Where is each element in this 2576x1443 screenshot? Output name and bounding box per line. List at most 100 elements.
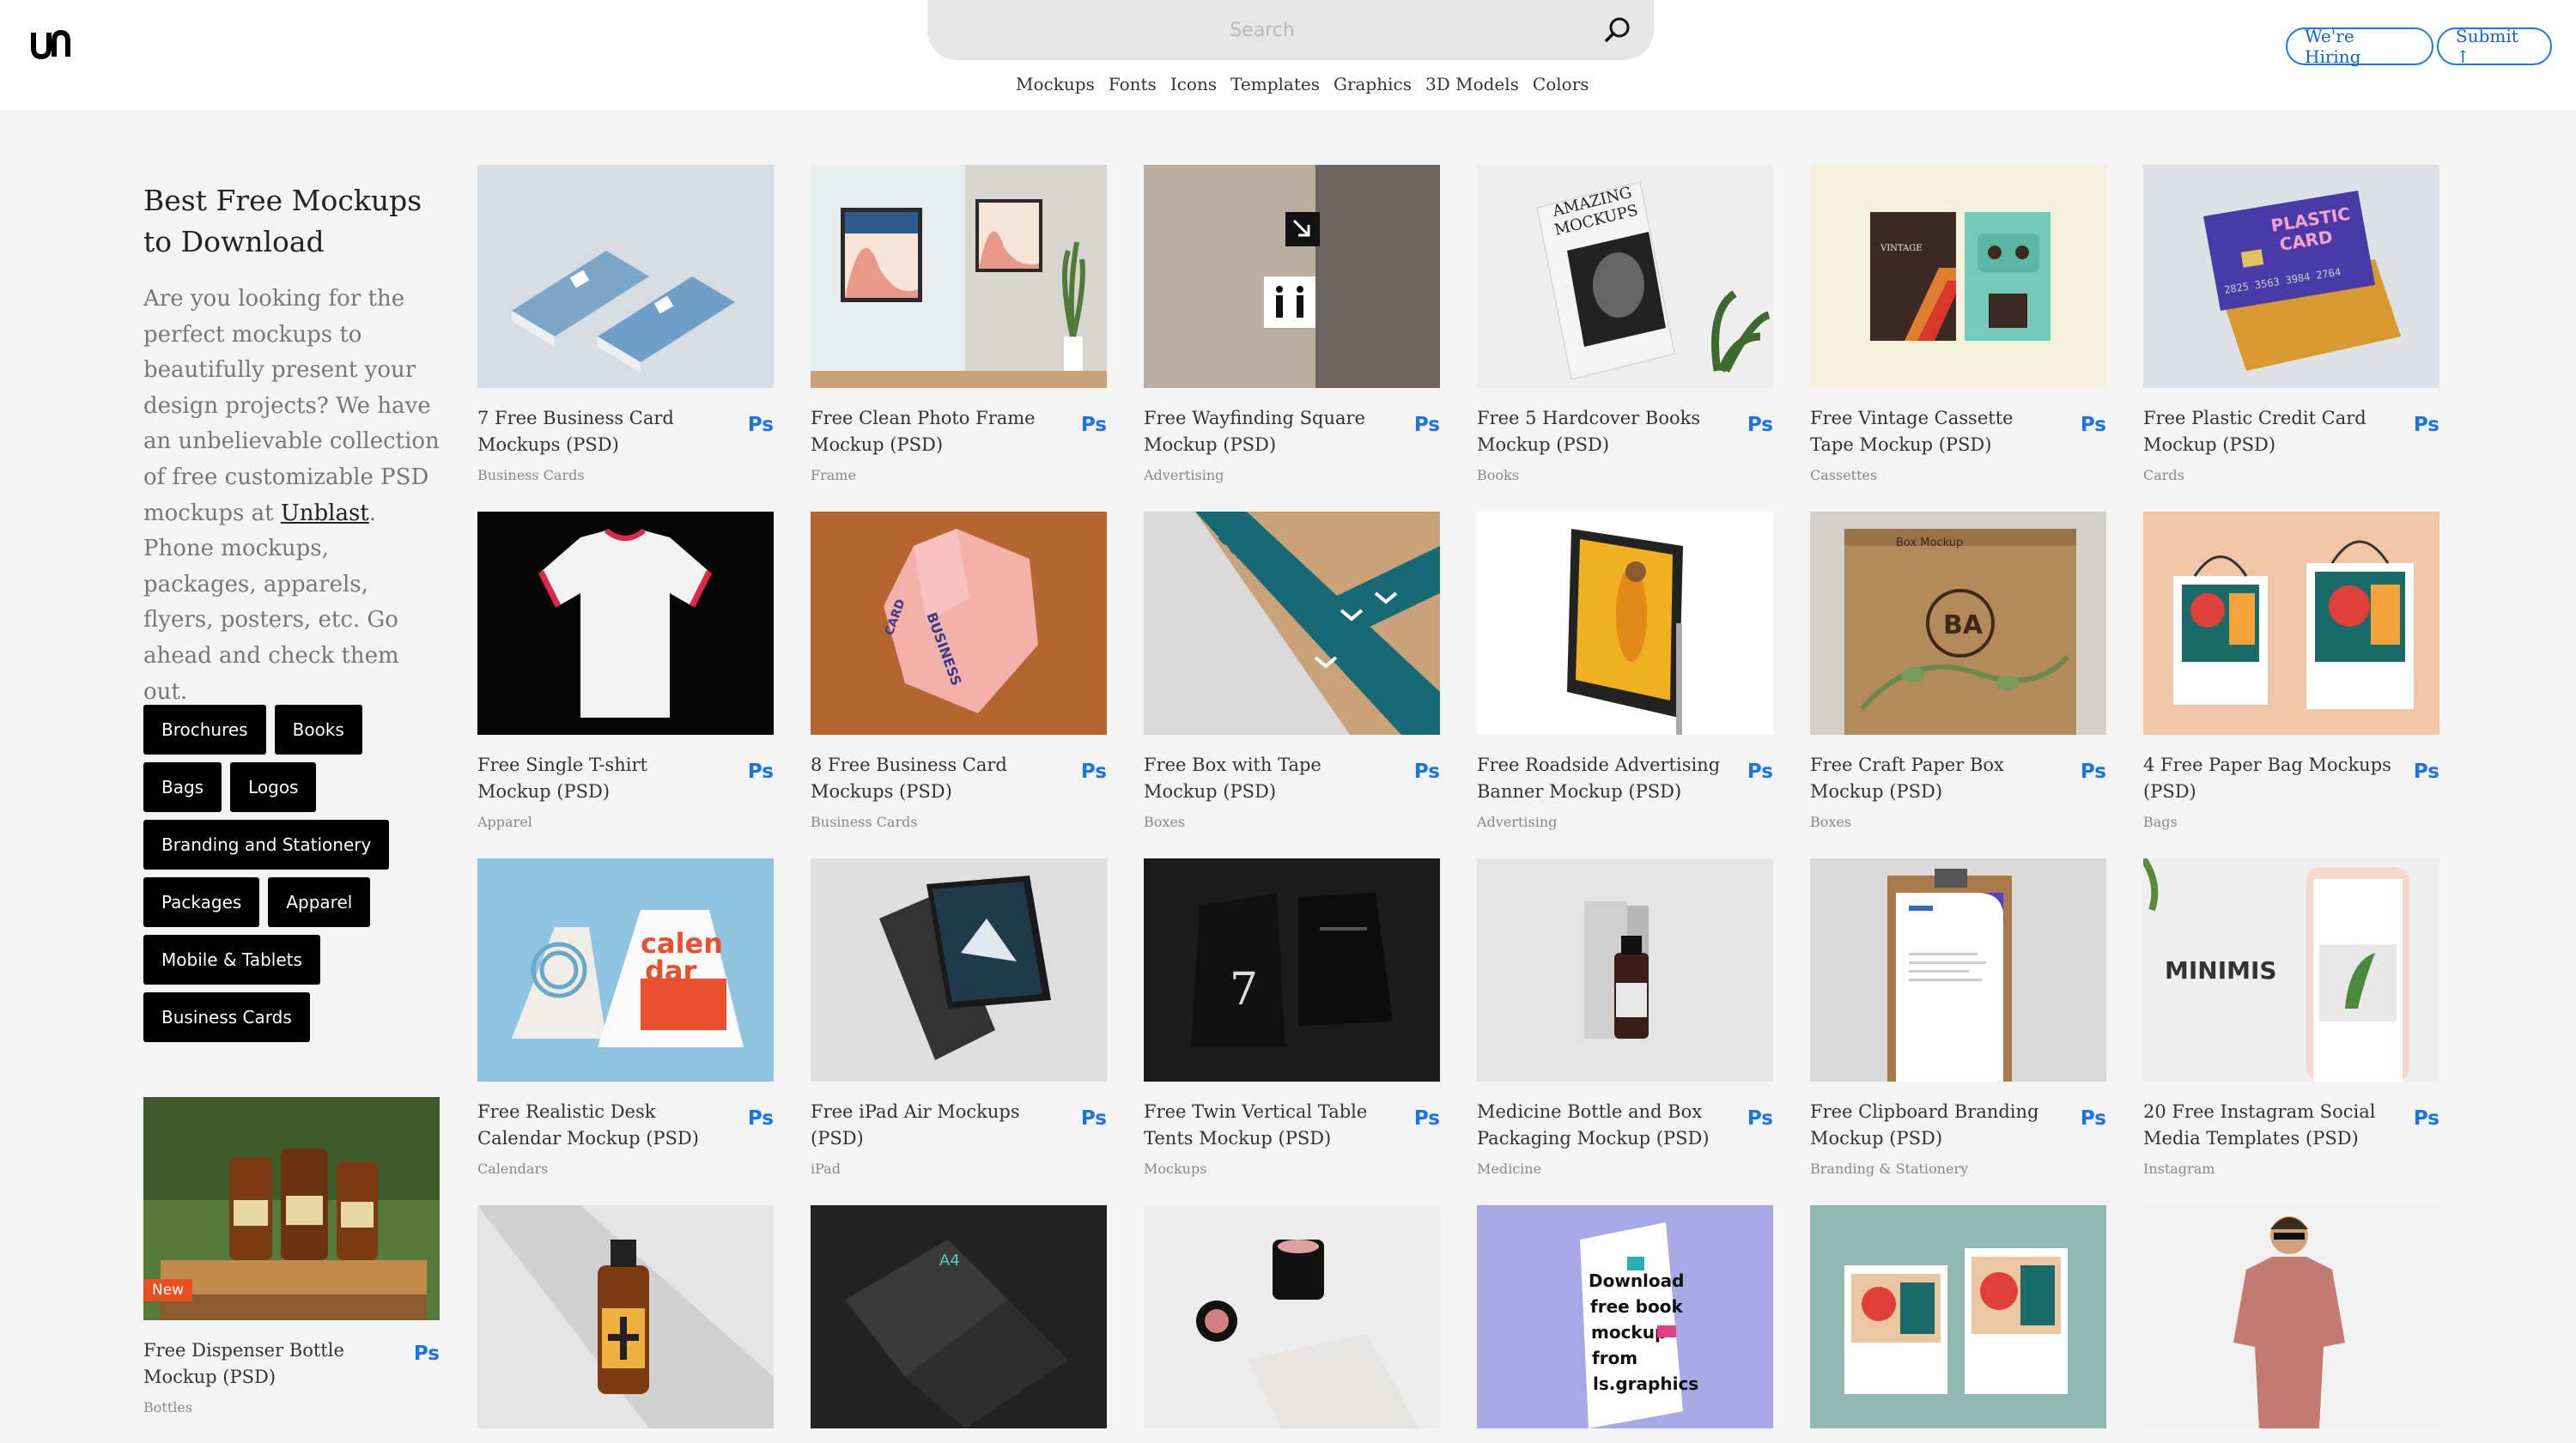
nav-icons[interactable]: Icons (1170, 74, 1217, 94)
tag-mobile-tablets[interactable]: Mobile & Tablets (143, 935, 320, 985)
card-thumbnail[interactable] (477, 165, 774, 388)
tag-apparel[interactable]: Apparel (268, 877, 371, 927)
mockup-card[interactable]: Free Single T-shirt Mockup (PSD) Apparel… (477, 512, 774, 830)
card-thumbnail[interactable] (2143, 512, 2439, 735)
card-thumbnail[interactable] (1144, 165, 1440, 388)
card-category[interactable]: Instagram (2143, 1161, 2215, 1177)
mockup-card[interactable]: 7 Free Business Card Mockups (PSD) Busin… (477, 165, 774, 483)
card-thumbnail[interactable]: MINIMIS (2143, 858, 2439, 1082)
card-category[interactable]: Boxes (1144, 814, 1185, 830)
unblast-link[interactable]: Unblast (281, 500, 369, 526)
card-category[interactable]: Cassettes (1810, 467, 1877, 483)
card-title[interactable]: 4 Free Paper Bag Mockups (PSD) (2143, 752, 2392, 805)
card-title[interactable]: Free Wayfinding Square Mockup (PSD) (1144, 405, 1393, 458)
nav-colors[interactable]: Colors (1533, 74, 1589, 94)
card-category[interactable]: Cards (2143, 467, 2184, 483)
card-title[interactable]: 20 Free Instagram Social Media Templates… (2143, 1099, 2392, 1152)
hiring-button[interactable]: We're Hiring (2286, 26, 2433, 67)
card-thumbnail[interactable] (2143, 1205, 2439, 1428)
card-title[interactable]: Free Dispenser Bottle Mockup (PSD) (143, 1337, 392, 1391)
mockup-card[interactable]: Free Roadside Advertising Banner Mockup … (1477, 512, 1773, 830)
tag-branding-stationery[interactable]: Branding and Stationery (143, 820, 390, 870)
card-thumbnail[interactable]: PLASTIC CARD 2825 3563 3984 2764 (2143, 165, 2439, 388)
card-category[interactable]: Apparel (477, 814, 532, 830)
card-category[interactable]: Bottles (143, 1399, 192, 1416)
card-thumbnail[interactable]: BA Box Mockup (1810, 512, 2106, 735)
card-title[interactable]: 7 Free Business Card Mockups (PSD) (477, 405, 726, 458)
card-category[interactable]: Calendars (477, 1161, 548, 1177)
mockup-card[interactable]: Free Clean Photo Frame Mockup (PSD) Fram… (811, 165, 1107, 483)
card-thumbnail[interactable] (1144, 1205, 1440, 1428)
mockup-card[interactable]: Free iPad Air Mockups (PSD) iPad Ps (811, 858, 1107, 1177)
mockup-card[interactable]: Free Wayfinding Square Mockup (PSD) Adve… (1144, 165, 1440, 483)
card-title[interactable]: Free Roadside Advertising Banner Mockup … (1477, 752, 1726, 805)
card-category[interactable]: iPad (811, 1161, 841, 1177)
mockup-card[interactable]: A4 (811, 1205, 1107, 1428)
card-title[interactable]: Free Box with Tape Mockup (PSD) (1144, 752, 1393, 805)
card-thumbnail[interactable] (477, 512, 774, 735)
card-category[interactable]: Mockups (1144, 1161, 1206, 1177)
tag-logos[interactable]: Logos (230, 762, 317, 812)
card-category[interactable]: Advertising (1477, 814, 1557, 830)
featured-card[interactable]: New Free Dispenser Bottle Mockup (PSD) B… (143, 1097, 440, 1416)
card-thumbnail[interactable] (1810, 858, 2106, 1082)
card-title[interactable]: Free 5 Hardcover Books Mockup (PSD) (1477, 405, 1726, 458)
card-thumbnail[interactable]: 7 (1144, 858, 1440, 1082)
card-category[interactable]: Business Cards (811, 814, 918, 830)
tag-business-cards[interactable]: Business Cards (143, 992, 310, 1042)
submit-button[interactable]: Submit ↑ (2437, 26, 2552, 67)
card-title[interactable]: Free Clean Photo Frame Mockup (PSD) (811, 405, 1060, 458)
card-category[interactable]: Branding & Stationery (1810, 1161, 1968, 1177)
card-thumbnail[interactable]: AMAZING MOCKUPS (1477, 165, 1773, 388)
mockup-card[interactable]: VINTAGE Free Vintage Cassette Tape Mocku… (1810, 165, 2106, 483)
card-category[interactable]: Bags (2143, 814, 2178, 830)
mockup-card[interactable]: MINIMIS 20 Free Instagram Social Media T… (2143, 858, 2439, 1177)
card-thumbnail[interactable] (1477, 512, 1773, 735)
search-input[interactable] (962, 0, 1563, 60)
card-thumbnail[interactable]: New (143, 1097, 440, 1320)
card-title[interactable]: Free Vintage Cassette Tape Mockup (PSD) (1810, 405, 2059, 458)
card-title[interactable]: Free Craft Paper Box Mockup (PSD) (1810, 752, 2059, 805)
nav-fonts[interactable]: Fonts (1109, 74, 1157, 94)
card-thumbnail[interactable]: BUSINESS CARD (811, 512, 1107, 735)
nav-templates[interactable]: Templates (1230, 74, 1320, 94)
card-thumbnail[interactable]: Box (1144, 512, 1440, 735)
mockup-card[interactable] (2143, 1205, 2439, 1428)
nav-mockups[interactable]: Mockups (1016, 74, 1095, 94)
card-category[interactable]: Boxes (1810, 814, 1851, 830)
card-title[interactable]: 8 Free Business Card Mockups (PSD) (811, 752, 1060, 805)
card-title[interactable]: Medicine Bottle and Box Packaging Mockup… (1477, 1099, 1726, 1152)
mockup-card[interactable]: Free Clipboard Branding Mockup (PSD) Bra… (1810, 858, 2106, 1177)
card-thumbnail[interactable]: Download free book mockup from ls.graphi… (1477, 1205, 1773, 1428)
mockup-card[interactable]: Medicine Bottle and Box Packaging Mockup… (1477, 858, 1773, 1177)
card-thumbnail[interactable]: VINTAGE (1810, 165, 2106, 388)
nav-3d-models[interactable]: 3D Models (1425, 74, 1519, 94)
card-title[interactable]: Free Twin Vertical Table Tents Mockup (P… (1144, 1099, 1393, 1152)
tag-packages[interactable]: Packages (143, 877, 260, 927)
card-category[interactable]: Frame (811, 467, 856, 483)
card-thumbnail[interactable]: A4 (811, 1205, 1107, 1428)
card-thumbnail[interactable] (811, 858, 1107, 1082)
card-title[interactable]: Free Single T-shirt Mockup (PSD) (477, 752, 726, 805)
mockup-card[interactable]: Download free book mockup from ls.graphi… (1477, 1205, 1773, 1428)
card-title[interactable]: Free Clipboard Branding Mockup (PSD) (1810, 1099, 2059, 1152)
card-title[interactable]: Free Plastic Credit Card Mockup (PSD) (2143, 405, 2392, 458)
card-category[interactable]: Medicine (1477, 1161, 1541, 1177)
tag-books[interactable]: Books (274, 705, 362, 755)
mockup-card[interactable]: BA Box Mockup Free Craft Paper Box Mocku… (1810, 512, 2106, 830)
nav-graphics[interactable]: Graphics (1334, 74, 1412, 94)
mockup-card[interactable]: PLASTIC CARD 2825 3563 3984 2764 Free Pl… (2143, 165, 2439, 483)
tag-bags[interactable]: Bags (143, 762, 222, 812)
card-category[interactable]: Business Cards (477, 467, 585, 483)
mockup-card[interactable]: 7 Free Twin Vertical Table Tents Mockup … (1144, 858, 1440, 1177)
mockup-card[interactable]: Box Free Box with Tape Mockup (PSD) Boxe… (1144, 512, 1440, 830)
tag-brochures[interactable]: Brochures (143, 705, 266, 755)
mockup-card[interactable] (477, 1205, 774, 1428)
search-button[interactable] (1599, 12, 1637, 50)
card-thumbnail[interactable] (811, 165, 1107, 388)
card-thumbnail[interactable] (477, 1205, 774, 1428)
card-thumbnail[interactable]: calen dar (477, 858, 774, 1082)
mockup-card[interactable]: AMAZING MOCKUPS Free 5 Hardcover Books M… (1477, 165, 1773, 483)
card-category[interactable]: Books (1477, 467, 1519, 483)
mockup-card[interactable]: BUSINESS CARD 8 Free Business Card Mocku… (811, 512, 1107, 830)
